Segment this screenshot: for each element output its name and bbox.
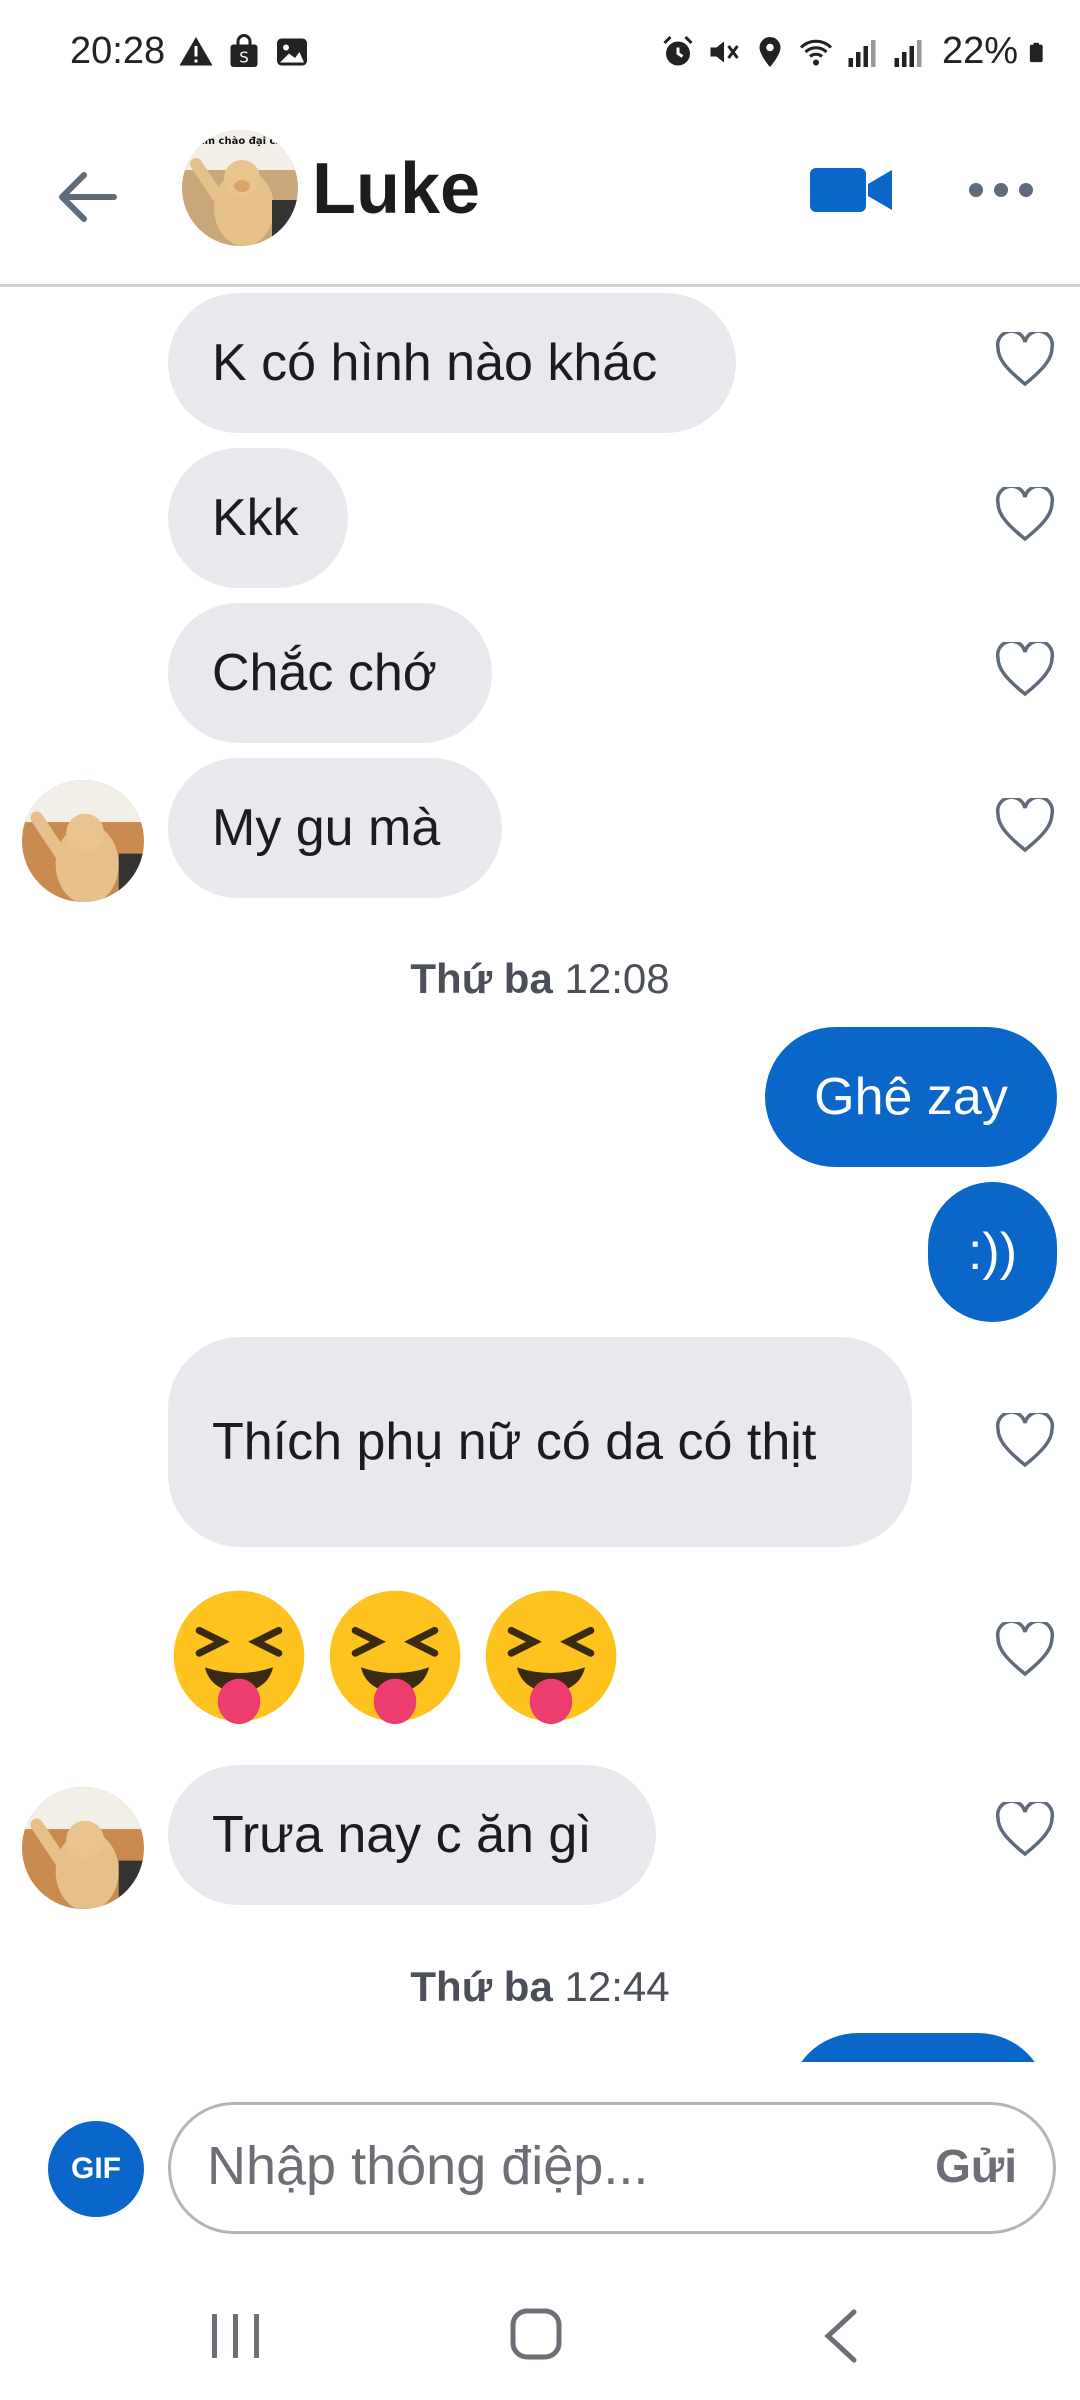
svg-text:S: S	[239, 49, 249, 67]
location-icon	[759, 36, 781, 67]
contact-name[interactable]: Luke	[312, 148, 480, 230]
back-nav-icon[interactable]	[818, 2306, 862, 2366]
system-nav-bar	[0, 2262, 1080, 2400]
alarm-icon	[663, 35, 693, 65]
heart-icon[interactable]	[995, 1413, 1055, 1469]
status-time: 20:28	[70, 30, 166, 72]
wifi-icon	[799, 39, 833, 65]
incoming-message[interactable]: Trưa nay c ăn gì	[168, 1765, 656, 1905]
timestamp-divider: Thứ ba 12:08	[410, 955, 670, 1002]
heart-icon[interactable]	[995, 798, 1055, 854]
message-text: Kkk	[212, 489, 299, 547]
heart-icon[interactable]	[995, 332, 1055, 388]
message-text: Chắc chớ	[212, 644, 437, 702]
outgoing-message-partial[interactable]	[788, 2033, 1048, 2062]
shopping-bag-icon: S	[230, 34, 258, 67]
home-icon[interactable]	[508, 2306, 564, 2362]
sender-avatar[interactable]	[22, 1787, 144, 1909]
message-composer: GIF Nhập thông điệp... Gửi	[0, 2062, 1080, 2262]
gif-button[interactable]: GIF	[48, 2121, 144, 2217]
heart-icon[interactable]	[995, 642, 1055, 698]
message-text: :))	[967, 1223, 1018, 1281]
incoming-message[interactable]: Chắc chớ	[168, 603, 492, 743]
battery-icon	[1029, 42, 1043, 62]
contact-avatar[interactable]: Em chào đại ca	[182, 130, 298, 246]
message-text: K có hình nào khác	[212, 334, 658, 392]
more-options-icon[interactable]	[966, 168, 1036, 212]
incoming-message[interactable]: Thích phụ nữ có da có thịt	[168, 1337, 912, 1547]
heart-icon[interactable]	[995, 1802, 1055, 1858]
video-call-icon[interactable]	[808, 160, 894, 220]
recent-apps-icon[interactable]	[206, 2308, 266, 2364]
battery-percent: 22%	[941, 30, 1018, 72]
message-text: Trưa nay c ăn gì	[212, 1806, 592, 1864]
laughing-tongue-emoji-icon	[173, 1590, 305, 1725]
heart-icon[interactable]	[995, 487, 1055, 543]
laughing-tongue-emoji-icon	[329, 1590, 461, 1725]
outgoing-message[interactable]: :))	[928, 1182, 1057, 1322]
emoji-message[interactable]	[168, 1585, 622, 1727]
heart-icon[interactable]	[995, 1622, 1055, 1678]
status-bar: 20:28 S 22%	[0, 0, 1080, 112]
incoming-message[interactable]: K có hình nào khác	[168, 293, 736, 433]
image-icon	[277, 38, 307, 66]
message-text: Ghê zay	[814, 1068, 1008, 1126]
outgoing-message[interactable]: Ghê zay	[765, 1027, 1057, 1167]
avatar-caption: Em chào đại ca	[198, 135, 282, 147]
signal-icon	[848, 39, 876, 67]
laughing-tongue-emoji-icon	[485, 1590, 617, 1725]
warning-icon	[179, 37, 213, 66]
message-list[interactable]: K có hình nào khác Kkk Chắc chớ My gu mà…	[0, 287, 1080, 2062]
signal-icon	[894, 39, 922, 67]
message-text: My gu mà	[212, 799, 441, 857]
timestamp-divider: Thứ ba 12:44	[410, 1963, 670, 2010]
back-arrow-icon[interactable]	[52, 162, 122, 232]
incoming-message[interactable]: My gu mà	[168, 758, 502, 898]
conversation-header: Em chào đại ca Luke	[0, 112, 1080, 287]
sender-avatar[interactable]	[22, 780, 144, 902]
message-input[interactable]: Nhập thông điệp... Gửi	[168, 2102, 1056, 2234]
message-text: Thích phụ nữ có da có thịt	[212, 1413, 817, 1471]
message-input-placeholder: Nhập thông điệp...	[207, 2136, 649, 2196]
mute-icon	[710, 41, 739, 62]
send-button[interactable]: Gửi	[935, 2139, 1017, 2193]
incoming-message[interactable]: Kkk	[168, 448, 348, 588]
